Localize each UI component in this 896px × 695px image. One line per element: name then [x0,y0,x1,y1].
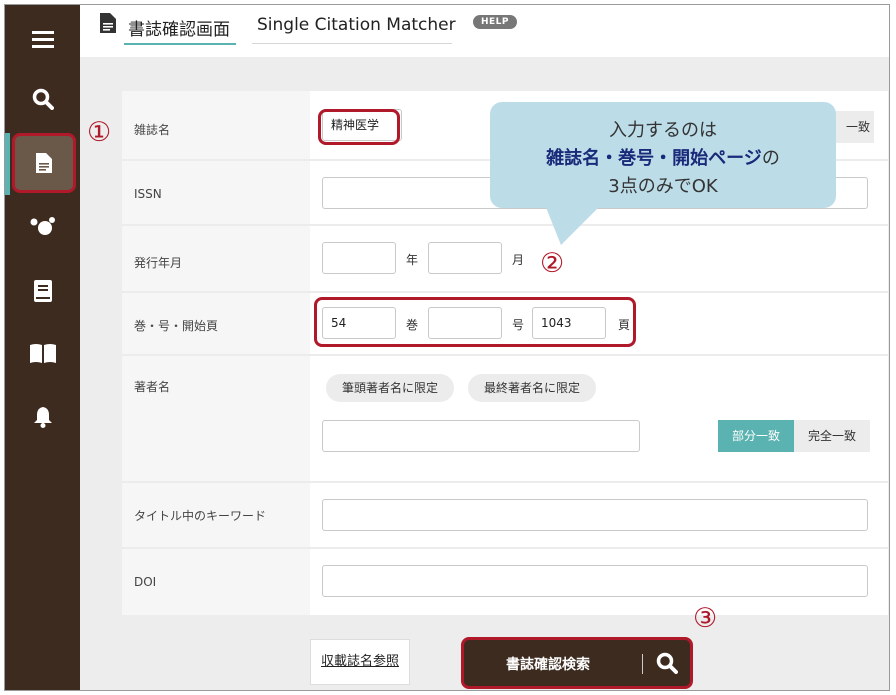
issue-input[interactable] [428,307,502,339]
keyword-input[interactable] [322,499,868,531]
sidebar-item-molecule[interactable] [5,201,80,253]
document-icon [100,13,116,33]
annotation-2: ② [540,248,565,279]
month-unit: 月 [512,253,525,267]
first-author-toggle[interactable]: 筆頭著者名に限定 [326,374,455,402]
sidebar-item-reader[interactable] [5,327,80,379]
tooltip-line2-bold: 雑誌名・巻号・開始ページ [546,148,762,169]
app-window: 書誌確認画面 Single Citation Matcher HELP 雑誌名 … [4,4,890,691]
button-divider [642,654,643,674]
year-unit: 年 [406,253,419,267]
keyword-label: タイトル中のキーワード [134,509,267,523]
tab-underline [252,43,452,44]
search-icon [656,652,678,674]
last-author-toggle[interactable]: 最終著者名に限定 [468,374,597,402]
sidebar [5,5,80,690]
month-input[interactable] [428,242,502,274]
issn-label: ISSN [134,187,162,201]
row-pubdate: 発行年月 年 月 [122,226,888,293]
pubdate-label: 発行年月 [134,256,183,270]
journal-input[interactable]: 精神医学 [322,109,402,141]
page-unit: 頁 [618,318,631,332]
page-input[interactable]: 1043 [532,307,606,339]
citation-search-label: 書誌確認検索 [506,657,590,673]
tab-citation-ja[interactable]: 書誌確認画面 [128,15,230,40]
doi-label: DOI [134,575,157,589]
tab-citation-en[interactable]: Single Citation Matcher [257,15,456,35]
sidebar-item-book[interactable] [5,265,80,317]
volume-input[interactable]: 54 [322,307,396,339]
tooltip-line2: 雑誌名・巻号・開始ページの [490,144,836,170]
journal-label: 雑誌名 [134,123,171,137]
tooltip-line3: 3点のみでOK [608,176,718,197]
partial-match-button[interactable]: 部分一致 [718,420,795,452]
volume-label: 巻・号・開始頁 [134,319,219,333]
row-keyword: タイトル中のキーワード [122,483,888,549]
open-book-icon [29,344,56,363]
tooltip-line1: 入力するのは [609,120,717,141]
menu-button[interactable] [5,13,80,65]
row-doi: DOI [122,549,888,615]
help-badge[interactable]: HELP [473,15,518,29]
document-icon [36,153,52,173]
sidebar-item-citation[interactable] [12,133,76,193]
citation-search-button[interactable]: 書誌確認検索 [461,637,693,689]
tooltip-tail [545,205,601,245]
tab-active-underline [124,43,236,45]
active-indicator [5,133,10,195]
browse-journals-button[interactable]: 収載誌名参照 [310,639,410,685]
browse-journals-label: 収載誌名参照 [320,654,399,669]
header: 書誌確認画面 Single Citation Matcher HELP [80,5,889,57]
search-icon [32,88,54,110]
row-volume: 巻・号・開始頁 54 巻 号 1043 頁 [122,293,888,356]
sidebar-item-search[interactable] [5,73,80,125]
book-icon [33,280,52,302]
menu-icon [31,31,54,48]
author-label: 著者名 [134,380,171,394]
author-input[interactable] [322,420,640,452]
volume-unit: 巻 [406,318,419,332]
instruction-tooltip: 入力するのは 雑誌名・巻号・開始ページの 3点のみでOK [490,102,836,208]
issue-unit: 号 [512,318,525,332]
doi-input[interactable] [322,565,868,597]
year-input[interactable] [322,242,396,274]
row-author: 著者名 筆頭著者名に限定 最終著者名に限定 部分一致 完全一致 [122,356,888,483]
bell-icon [33,407,52,428]
molecule-icon [30,217,55,235]
annotation-1: ① [87,117,112,148]
annotation-3: ③ [693,603,718,634]
tooltip-line2-rest: の [761,148,780,169]
sidebar-item-alert[interactable] [5,391,80,443]
exact-match-button[interactable]: 完全一致 [794,420,871,452]
